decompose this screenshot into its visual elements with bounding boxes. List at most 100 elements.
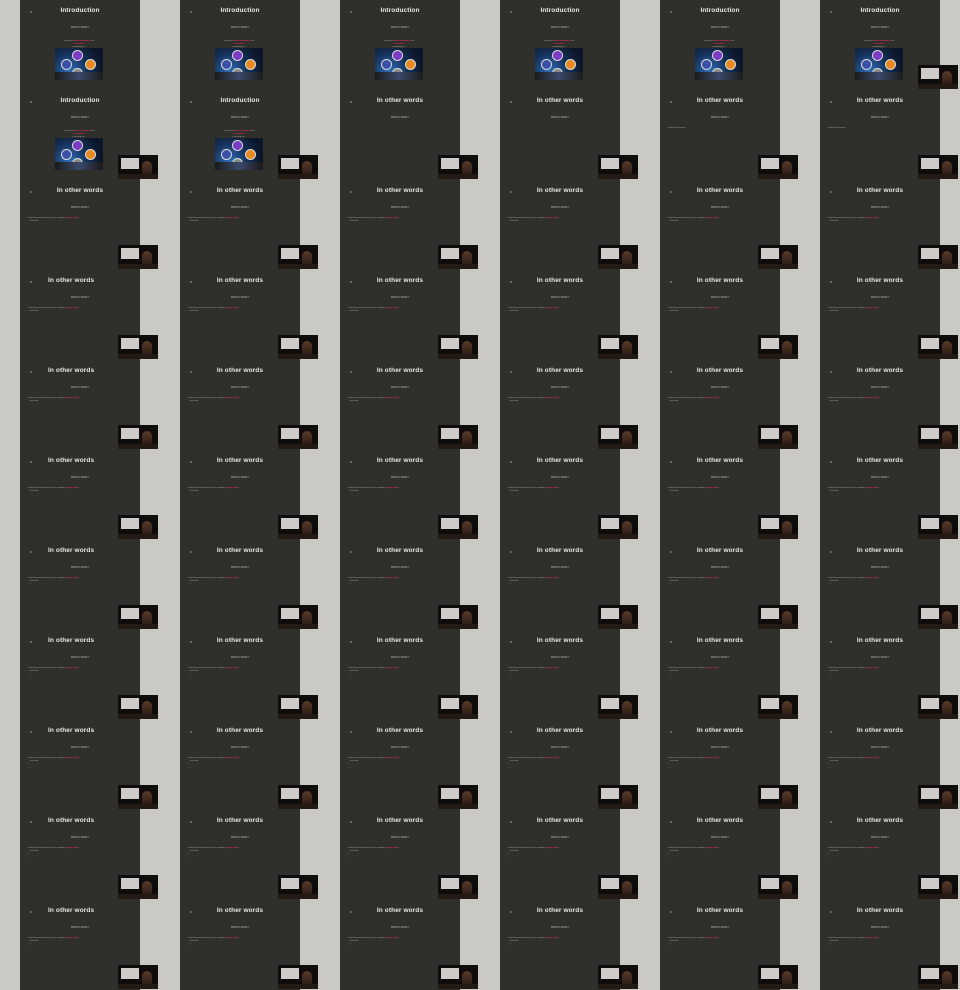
slide-subtitle: PRESTO WRAP? <box>870 657 890 659</box>
frame-thumbnail[interactable]: In other words PRESTO WRAP? What are the t… <box>800 270 960 360</box>
frame-thumbnail[interactable]: In other words PRESTO WRAP? What are the t… <box>640 450 800 540</box>
slide-subtitle: PRESTO WRAP? <box>550 207 570 209</box>
slide-subtitle: PRESTO WRAP? <box>390 297 410 299</box>
frame-thumbnail[interactable]: In other words PRESTO WRAP? <box>480 90 640 180</box>
frame-thumbnail[interactable]: In other words PRESTO WRAP? What are the t… <box>640 630 800 720</box>
frame-thumbnail[interactable]: In other words PRESTO WRAP? What are the t… <box>800 450 960 540</box>
frame-thumbnail[interactable]: In other words PRESTO WRAP? What are the t… <box>320 270 480 360</box>
frame-thumbnail[interactable]: In other words PRESTO WRAP? What are the t… <box>0 450 160 540</box>
slide-subtitle: PRESTO WRAP? <box>70 27 90 29</box>
frame-thumbnail[interactable]: In other words PRESTO WRAP? What are the t… <box>640 180 800 270</box>
frame-thumbnail[interactable]: Introduction PRESTO WRAP? Inside the World… <box>0 90 160 180</box>
frame-thumbnail[interactable]: In other words PRESTO WRAP? What are the t… <box>160 180 320 270</box>
frame-thumbnail[interactable]: In other words PRESTO WRAP? What are the t… <box>0 630 160 720</box>
frame-thumbnail[interactable]: In other words PRESTO WRAP? What are the t… <box>480 180 640 270</box>
frame-thumbnail[interactable]: In other words PRESTO WRAP? What are the t… <box>800 90 960 180</box>
frame-thumbnail[interactable]: In other words PRESTO WRAP? What are the t… <box>320 900 480 990</box>
frame-thumbnail[interactable]: Introduction PRESTO WRAP? Inside the World… <box>320 0 480 90</box>
slide-subtitle: PRESTO WRAP? <box>230 747 250 749</box>
frame-thumbnail[interactable]: In other words PRESTO WRAP? What are the t… <box>160 540 320 630</box>
slide-body: What are the tools we can use to deploy … <box>188 667 290 680</box>
slide-body: What are the tools we can use to deploy … <box>668 307 770 313</box>
frame-thumbnail[interactable]: Introduction PRESTO WRAP? Inside the World… <box>0 0 160 90</box>
body-text: - ... <box>348 943 352 946</box>
webcam-background-screen <box>601 968 619 979</box>
highlighted-text: crypto things <box>65 307 79 309</box>
frame-thumbnail[interactable]: In other words PRESTO WRAP? What are the t… <box>800 180 960 270</box>
frame-thumbnail[interactable]: In other words PRESTO WRAP? What are the t… <box>480 360 640 450</box>
speaker-icon <box>622 341 632 355</box>
frame-thumbnail[interactable]: In other words PRESTO WRAP? What are the t… <box>0 180 160 270</box>
frame-thumbnail[interactable]: In other words PRESTO WRAP? What are the t… <box>640 360 800 450</box>
frame-thumbnail[interactable]: In other words PRESTO WRAP? What are the t… <box>160 720 320 810</box>
frame-thumbnail[interactable]: In other words PRESTO WRAP? What are the t… <box>160 630 320 720</box>
frame-thumbnail[interactable]: In other words PRESTO WRAP? What are the t… <box>0 900 160 990</box>
frame-thumbnail[interactable]: In other words PRESTO WRAP? What are the t… <box>320 540 480 630</box>
body-text: What are the tools we can use to deploy <box>668 667 706 669</box>
frame-thumbnail[interactable]: In other words PRESTO WRAP? What are the t… <box>480 270 640 360</box>
body-text: What are the tools ... <box>828 127 848 129</box>
webcam-overlay <box>758 695 798 719</box>
frame-thumbnail[interactable]: In other words PRESTO WRAP? What are the t… <box>160 450 320 540</box>
frame-thumbnail[interactable]: In other words PRESTO WRAP? What are the t… <box>0 270 160 360</box>
frame-left-margin <box>480 630 500 720</box>
speaker-icon <box>142 521 152 535</box>
frame-thumbnail[interactable]: In other words PRESTO WRAP? What are the t… <box>0 360 160 450</box>
frame-right-margin <box>300 0 320 90</box>
frame-thumbnail[interactable]: In other words PRESTO WRAP? What are the t… <box>640 540 800 630</box>
frame-thumbnail[interactable]: In other words PRESTO WRAP? What are the t… <box>320 810 480 900</box>
frame-thumbnail[interactable]: In other words PRESTO WRAP? What are the t… <box>320 360 480 450</box>
frame-thumbnail[interactable]: Introduction PRESTO WRAP? Inside the World… <box>480 0 640 90</box>
webcam-desk <box>598 444 638 449</box>
frame-thumbnail[interactable]: In other words PRESTO WRAP? What are the t… <box>0 720 160 810</box>
frame-thumbnail[interactable]: In other words PRESTO WRAP? What are the t… <box>480 900 640 990</box>
frame-thumbnail[interactable]: Introduction PRESTO WRAP? Inside the World… <box>160 90 320 180</box>
frame-thumbnail[interactable]: In other words PRESTO WRAP? <box>320 90 480 180</box>
frame-thumbnail[interactable]: In other words PRESTO WRAP? What are the t… <box>800 630 960 720</box>
frame-thumbnail[interactable]: In other words PRESTO WRAP? What are the t… <box>640 900 800 990</box>
frame-thumbnail[interactable]: In other words PRESTO WRAP? What are the t… <box>480 630 640 720</box>
frame-thumbnail[interactable]: In other words PRESTO WRAP? What are the t… <box>800 900 960 990</box>
frame-thumbnail[interactable]: In other words PRESTO WRAP? What are the t… <box>640 270 800 360</box>
frame-thumbnail[interactable]: In other words PRESTO WRAP? What are the t… <box>320 720 480 810</box>
highlighted-text: crypto things <box>65 487 79 489</box>
frame-thumbnail[interactable]: In other words PRESTO WRAP? What are the t… <box>160 270 320 360</box>
frame-thumbnail[interactable]: In other words PRESTO WRAP? What are the t… <box>640 810 800 900</box>
body-text: - ... <box>188 583 192 586</box>
cursor-dot <box>30 551 32 553</box>
frame-thumbnail[interactable]: Introduction PRESTO WRAP? Inside the World… <box>800 0 960 90</box>
webcam-background-screen <box>281 338 299 349</box>
intro-illustration <box>695 48 743 80</box>
webcam-desk <box>118 444 158 449</box>
frame-thumbnail[interactable]: In other words PRESTO WRAP? What are the t… <box>480 720 640 810</box>
frame-thumbnail[interactable]: In other words PRESTO WRAP? What are the t… <box>0 540 160 630</box>
frame-left-margin <box>0 540 20 630</box>
frame-thumbnail[interactable]: In other words PRESTO WRAP? What are the t… <box>800 360 960 450</box>
speaker-icon <box>302 701 312 715</box>
slide-title: In other words <box>856 97 904 104</box>
slide-body-line: ... and stuff <box>828 490 930 493</box>
frame-thumbnail[interactable]: In other words PRESTO WRAP? What are the t… <box>160 360 320 450</box>
webcam-background-screen <box>281 518 299 529</box>
frame-thumbnail[interactable]: In other words PRESTO WRAP? What are the t… <box>800 810 960 900</box>
frame-thumbnail[interactable]: In other words PRESTO WRAP? What are the t… <box>800 540 960 630</box>
slide-title: In other words <box>536 637 584 644</box>
frame-thumbnail[interactable]: In other words PRESTO WRAP? What are the t… <box>320 180 480 270</box>
frame-thumbnail[interactable]: In other words PRESTO WRAP? What are the t… <box>640 90 800 180</box>
frame-thumbnail[interactable]: In other words PRESTO WRAP? What are the t… <box>0 810 160 900</box>
frame-thumbnail[interactable]: In other words PRESTO WRAP? What are the t… <box>320 450 480 540</box>
body-text: - ... <box>828 673 832 676</box>
frame-thumbnail[interactable]: In other words PRESTO WRAP? What are the t… <box>480 540 640 630</box>
frame-thumbnail[interactable]: In other words PRESTO WRAP? What are the t… <box>160 810 320 900</box>
body-text: - ... <box>828 583 832 586</box>
frame-thumbnail[interactable]: In other words PRESTO WRAP? What are the t… <box>320 630 480 720</box>
frame-thumbnail[interactable]: In other words PRESTO WRAP? What are the t… <box>800 720 960 810</box>
frame-thumbnail[interactable]: In other words PRESTO WRAP? What are the t… <box>640 720 800 810</box>
highlighted-text: World Hackathon <box>873 40 891 42</box>
frame-thumbnail[interactable]: Introduction PRESTO WRAP? Inside the World… <box>640 0 800 90</box>
frame-thumbnail[interactable]: In other words PRESTO WRAP? What are the t… <box>480 810 640 900</box>
frame-thumbnail[interactable]: In other words PRESTO WRAP? What are the t… <box>480 450 640 540</box>
slide-subtitle: PRESTO WRAP? <box>70 567 90 569</box>
frame-thumbnail[interactable]: Introduction PRESTO WRAP? Inside the World… <box>160 0 320 90</box>
frame-thumbnail[interactable]: In other words PRESTO WRAP? What are the t… <box>160 900 320 990</box>
